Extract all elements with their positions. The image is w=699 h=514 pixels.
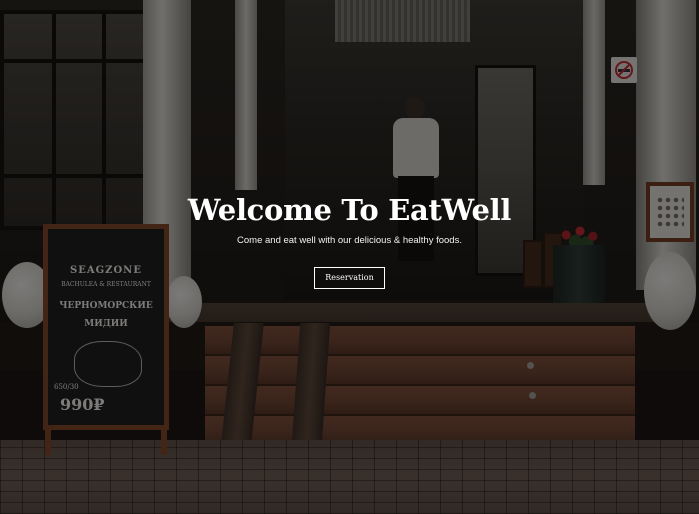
reservation-button[interactable]: Reservation [314, 267, 385, 289]
hero-title: Welcome To EatWell [187, 193, 512, 227]
hero-section: SEAGZONE BACHULEA & RESTAURANT ЧЕРНОМОРС… [0, 0, 699, 514]
hero-subtitle: Come and eat well with our delicious & h… [237, 235, 462, 246]
hero-content: Welcome To EatWell Come and eat well wit… [0, 190, 699, 289]
